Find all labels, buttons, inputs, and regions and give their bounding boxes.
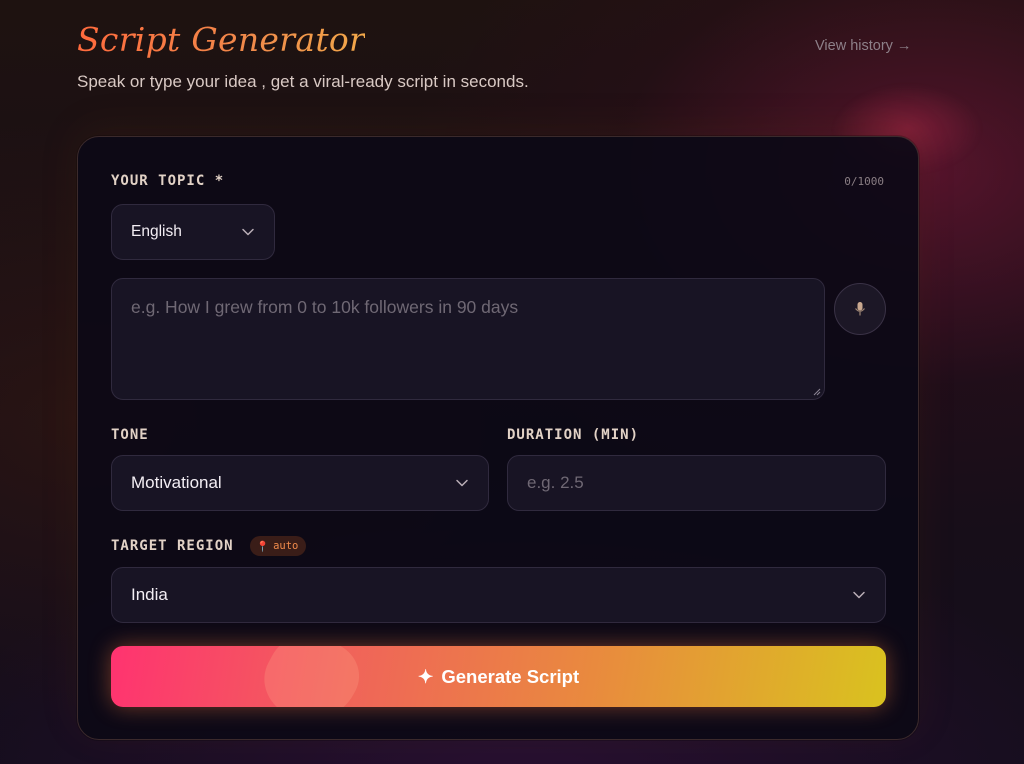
character-counter: 0/1000 [844, 175, 884, 188]
pin-icon: 📍 [256, 540, 270, 553]
microphone-button[interactable] [834, 283, 886, 335]
generate-label: Generate Script [441, 665, 580, 687]
tone-select[interactable]: Motivational [111, 455, 489, 511]
chevron-down-icon [853, 591, 865, 599]
topic-label: YOUR TOPIC * [111, 173, 225, 189]
chevron-down-icon [242, 228, 254, 236]
region-value: India [131, 585, 168, 604]
auto-badge-text: auto [273, 540, 299, 552]
auto-region-badge: 📍 auto [250, 536, 307, 556]
duration-input[interactable]: e.g. 2.5 [507, 455, 886, 511]
region-label: TARGET REGION [111, 538, 234, 554]
generate-script-button[interactable]: ✦ Generate Script [111, 646, 886, 707]
page-title: Script Generator [77, 20, 366, 59]
script-form-card: YOUR TOPIC * 0/1000 English e.g. How I g… [77, 136, 919, 740]
view-history-link[interactable]: View history → [815, 38, 911, 54]
chevron-down-icon [456, 479, 468, 487]
button-highlight [251, 646, 371, 707]
duration-label: DURATION (MIN) [507, 427, 640, 443]
region-select[interactable]: India [111, 567, 886, 623]
microphone-icon [855, 302, 865, 316]
duration-placeholder: e.g. 2.5 [527, 473, 584, 492]
page-subtitle: Speak or type your idea , get a viral-re… [77, 72, 529, 91]
language-value: English [131, 223, 182, 240]
sparkle-icon: ✦ [417, 665, 434, 687]
topic-placeholder: e.g. How I grew from 0 to 10k followers … [131, 297, 519, 317]
tone-label: TONE [111, 427, 149, 443]
resize-handle-icon[interactable] [813, 388, 821, 396]
language-select[interactable]: English [111, 204, 275, 260]
tone-value: Motivational [131, 473, 222, 492]
topic-textarea[interactable]: e.g. How I grew from 0 to 10k followers … [111, 278, 825, 400]
